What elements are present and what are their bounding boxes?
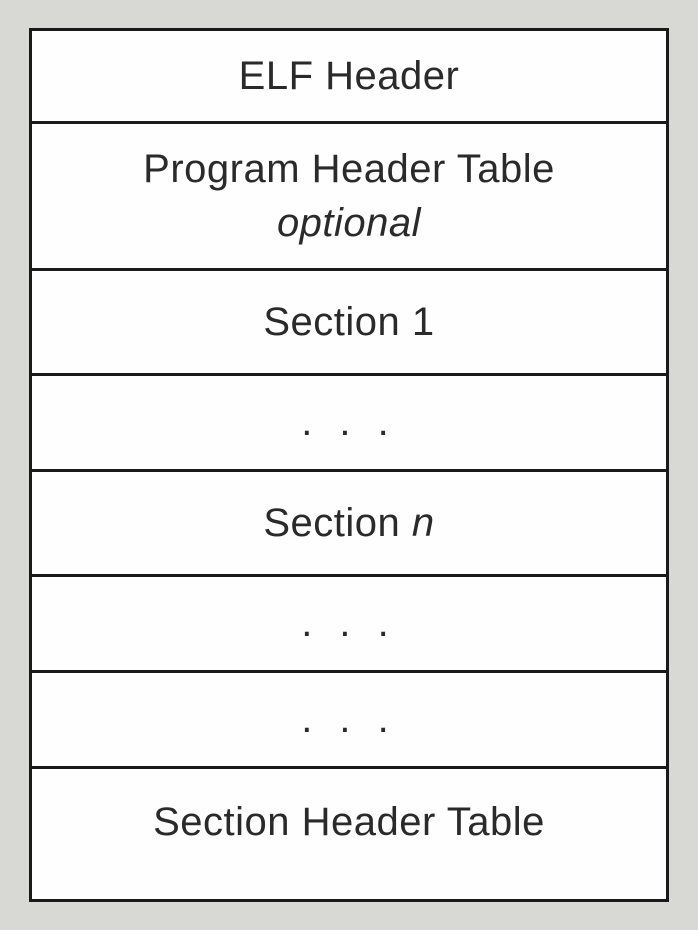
row-ellipsis-3: . . .	[32, 673, 666, 769]
section-n-var: n	[412, 501, 435, 545]
program-header-optional-label: optional	[277, 196, 421, 250]
section-n-prefix: Section	[263, 501, 412, 545]
elf-header-label: ELF Header	[239, 49, 460, 103]
row-program-header-table: Program Header Table optional	[32, 124, 666, 271]
ellipsis-3-label: . . .	[301, 697, 397, 742]
section-n-label: Section n	[263, 496, 434, 550]
row-ellipsis-1: . . .	[32, 376, 666, 472]
ellipsis-2-label: . . .	[301, 601, 397, 646]
program-header-table-label: Program Header Table	[143, 142, 555, 196]
section-1-label: Section 1	[263, 295, 434, 349]
row-section-1: Section 1	[32, 271, 666, 376]
elf-structure-table: ELF Header Program Header Table optional…	[29, 28, 669, 902]
section-header-table-label: Section Header Table	[153, 795, 545, 849]
row-elf-header: ELF Header	[32, 31, 666, 124]
row-ellipsis-2: . . .	[32, 577, 666, 673]
row-section-n: Section n	[32, 472, 666, 577]
row-section-header-table: Section Header Table	[32, 769, 666, 899]
ellipsis-1-label: . . .	[301, 400, 397, 445]
